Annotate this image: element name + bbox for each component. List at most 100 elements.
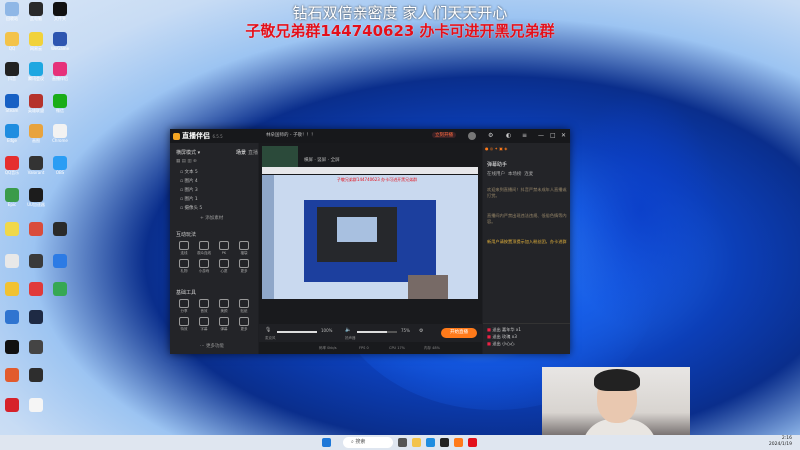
desktop-icon[interactable] xyxy=(50,254,70,268)
right-tabs-top[interactable]: ● ◎ ✦ ▣ ◈ xyxy=(485,146,565,155)
taskview-icon[interactable] xyxy=(398,438,407,447)
chat-tab[interactable]: 本场榜 xyxy=(508,172,522,177)
desktop-icon[interactable] xyxy=(26,310,46,324)
desktop-icon[interactable]: 抖音 xyxy=(2,62,22,81)
desktop-icon[interactable] xyxy=(2,222,22,236)
desktop-icon[interactable] xyxy=(2,368,22,382)
tool-button[interactable]: 心愿 xyxy=(214,259,234,274)
avatar[interactable] xyxy=(468,132,476,140)
tab-live[interactable]: 直播 xyxy=(248,149,258,156)
desktop-icon[interactable]: 回收站 xyxy=(2,2,22,21)
chat-tab[interactable]: 在线用户 xyxy=(487,172,505,177)
scene-item[interactable]: ▫ 图片 1 xyxy=(180,196,198,202)
desktop-icon[interactable]: 文件夹 xyxy=(50,2,70,21)
desktop-icon[interactable] xyxy=(50,222,70,236)
tab-scene[interactable]: 场景 xyxy=(236,149,246,156)
taskbar-clock[interactable]: 2:16 2024/1/19 xyxy=(769,436,792,448)
tool-button[interactable]: 连线 xyxy=(174,241,194,256)
close-icon[interactable]: ✕ xyxy=(561,132,566,139)
desktop-icon[interactable] xyxy=(26,222,46,236)
tool-button[interactable]: 美颜 xyxy=(214,299,234,314)
tool-button[interactable]: 弹幕 xyxy=(214,317,234,332)
speaker-icon[interactable]: 🔈 xyxy=(345,327,351,333)
chat-tabs: 在线用户 本场榜 连麦 xyxy=(487,171,533,177)
mic-icon[interactable]: 🎙 xyxy=(265,327,271,333)
stream-title[interactable]: 林朵国师的 - 子敬！！！ xyxy=(266,132,315,138)
tool-button[interactable]: 字幕 xyxy=(194,317,214,332)
edge-icon[interactable] xyxy=(426,438,435,447)
desktop-icon[interactable]: QQ xyxy=(2,32,22,51)
app-taskbar-icon[interactable] xyxy=(440,438,449,447)
more-functions-link[interactable]: ⋯ 更多功能 xyxy=(200,343,224,349)
stream-preview[interactable]: 子敬兄弟群144740623 办卡可进开黑兄弟群 xyxy=(262,175,478,299)
scene-item[interactable]: ▫ 摄像头 5 xyxy=(180,205,202,211)
desktop-icon[interactable]: Epic xyxy=(2,188,22,207)
desktop-icon[interactable] xyxy=(26,398,46,412)
tool-button[interactable]: 礼物 xyxy=(174,259,194,274)
scene-item[interactable]: ▫ 文本 5 xyxy=(180,169,198,175)
tool-button[interactable]: 观众连线 xyxy=(194,241,214,256)
game-thumbnail[interactable] xyxy=(262,146,298,168)
orientation-toggle[interactable]: 横屏 · 竖屏 · 全屏 xyxy=(304,157,340,163)
app-taskbar-icon[interactable] xyxy=(468,438,477,447)
desktop-icon[interactable]: 画图 xyxy=(26,124,46,143)
desktop-icon[interactable] xyxy=(2,340,22,354)
skin-icon[interactable]: ◐ xyxy=(506,132,511,139)
tool-button[interactable]: PK xyxy=(214,241,234,255)
go-live-chip[interactable]: 立刻开播 xyxy=(432,132,456,138)
chat-message: 欢迎来到直播间！抖音严禁未成年人直播或打赏。 xyxy=(487,187,567,198)
start-button[interactable] xyxy=(322,438,331,447)
tool-button[interactable]: 更多 xyxy=(234,317,254,332)
tool-button[interactable]: 音效 xyxy=(194,299,214,314)
desktop-icon[interactable] xyxy=(2,282,22,296)
desktop-icon[interactable]: 此电脑 xyxy=(26,2,46,21)
desktop-icon[interactable]: 微信 xyxy=(50,94,70,113)
divider xyxy=(483,323,570,324)
desktop-icon[interactable] xyxy=(26,368,46,382)
desktop-icon[interactable] xyxy=(2,310,22,324)
settings-icon[interactable]: ⚙ xyxy=(419,328,423,334)
desktop-icon[interactable]: Valorant xyxy=(26,156,46,175)
streaming-app-taskbar-icon[interactable] xyxy=(454,438,463,447)
tool-button[interactable]: 小游戏 xyxy=(194,259,214,274)
tool-button[interactable]: 贴纸 xyxy=(234,299,254,314)
desktop-icon[interactable]: 英雄联盟 xyxy=(26,94,46,113)
desktop-icon[interactable]: UU加速器 xyxy=(26,188,46,207)
desktop-icon[interactable] xyxy=(2,254,22,268)
desktop-icon[interactable] xyxy=(26,340,46,354)
desktop-icon[interactable]: 腾讯会议 xyxy=(26,62,46,81)
desktop-icon[interactable]: Steam xyxy=(2,94,22,113)
desktop-icon[interactable] xyxy=(2,398,22,412)
desktop-icon[interactable]: Chrome xyxy=(50,124,70,143)
tool-button[interactable]: 福袋 xyxy=(234,241,254,256)
desktop-icon[interactable]: 直播伴侣 xyxy=(50,62,70,81)
desktop-icon[interactable]: 网易云 xyxy=(26,32,46,51)
app-logo: 直播伴侣 6.5.5 xyxy=(173,131,223,141)
settings-icon[interactable]: ⚙ xyxy=(488,132,493,139)
minimize-icon[interactable]: — xyxy=(538,132,544,139)
desktop-icon[interactable]: Edge xyxy=(2,124,22,143)
maximize-icon[interactable]: □ xyxy=(550,132,556,139)
taskbar-search[interactable]: ⌕ 搜索 xyxy=(343,437,393,448)
preview-desktop-icons xyxy=(262,175,274,299)
desktop-icon[interactable]: WeGame xyxy=(50,32,70,51)
desktop-icon[interactable] xyxy=(26,282,46,296)
desktop-icon[interactable] xyxy=(50,282,70,296)
mode-dropdown[interactable]: 横屏模式 ▾ xyxy=(176,149,200,156)
mic-slider[interactable] xyxy=(277,331,317,333)
start-live-button[interactable]: 开始直播 xyxy=(441,328,477,338)
scene-item[interactable]: ▫ 图片 4 xyxy=(180,178,198,184)
menu-icon[interactable]: ≡ xyxy=(522,132,527,139)
chat-tab[interactable]: 连麦 xyxy=(524,172,533,177)
desktop-icon[interactable] xyxy=(26,254,46,268)
speaker-slider[interactable] xyxy=(357,331,397,333)
desktop-icon[interactable]: QQ音乐 xyxy=(2,156,22,175)
gift-message: ■ 送出 小心心 xyxy=(487,341,515,346)
scene-item[interactable]: ▫ 图片 3 xyxy=(180,187,198,193)
tool-button[interactable]: 特效 xyxy=(174,317,194,332)
add-source-button[interactable]: + 添加素材 xyxy=(200,215,223,221)
explorer-icon[interactable] xyxy=(412,438,421,447)
tool-button[interactable]: 分享 xyxy=(174,299,194,314)
tool-button[interactable]: 更多 xyxy=(234,259,254,274)
desktop-icon[interactable]: OBS xyxy=(50,156,70,175)
